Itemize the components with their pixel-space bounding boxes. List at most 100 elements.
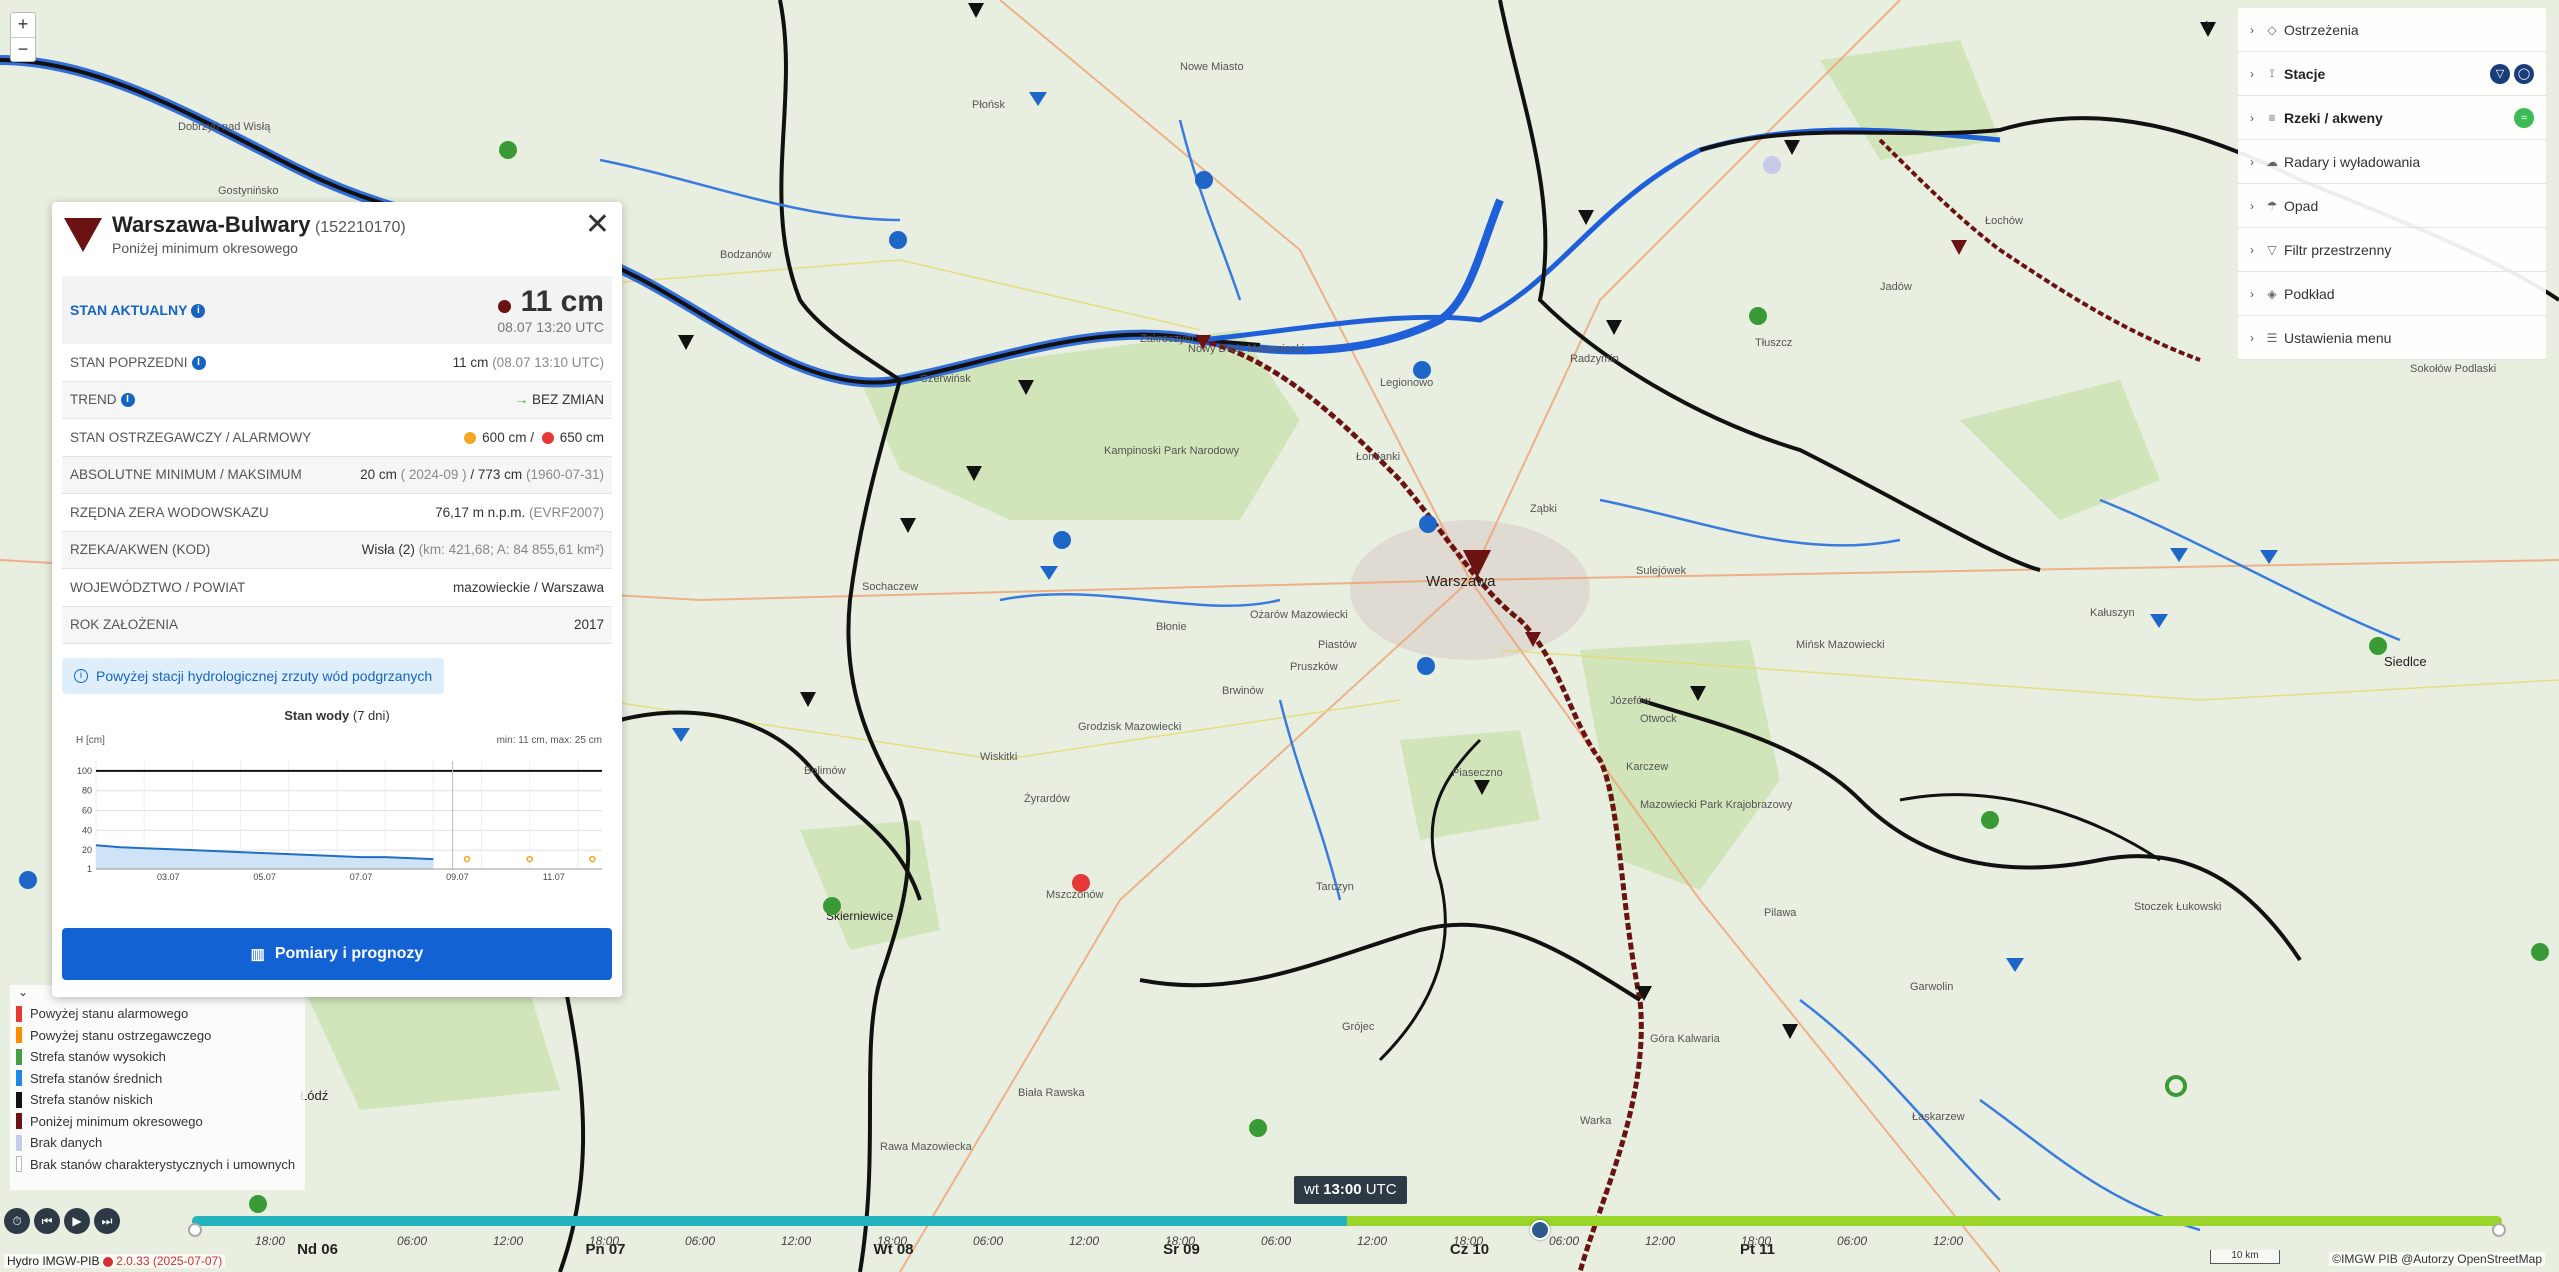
place-label: Mazowiecki Park Krajobrazowy: [1640, 799, 1793, 811]
layers-menu: › ◇ Ostrzeżenia › ⟟ Stacje ▽ ◯ › ≡ Rzeki…: [2238, 8, 2546, 360]
error-status-icon: [102, 1256, 113, 1267]
place-label: Nowe Miasto: [1180, 61, 1244, 73]
timeline-day-label: Nd 06: [297, 1241, 338, 1258]
legend-swatch: [16, 1070, 22, 1087]
timeline-track[interactable]: [188, 1216, 2506, 1240]
timeline-past-range: [192, 1216, 1347, 1226]
timeline-hour-label: 12:00: [1932, 1234, 1964, 1248]
info-icon[interactable]: i: [191, 304, 206, 319]
zoom-out-button[interactable]: −: [11, 37, 35, 61]
timeline-controls: ⏱ ⏮ ▶ ⏭: [4, 1208, 120, 1234]
legend-list: Powyżej stanu alarmowego Powyżej stanu os…: [16, 1003, 299, 1175]
layers-icon: ◈: [2267, 286, 2277, 301]
place-label: Piaseczno: [1452, 767, 1503, 779]
detail-row: STAN POPRZEDNI i 11 cm (08.07 13:10 UTC): [62, 344, 612, 382]
station-marker-nodata[interactable]: [1763, 156, 1781, 174]
station-marker-alarm[interactable]: [1072, 874, 1090, 892]
chart-x-tick: 03.07: [157, 872, 180, 881]
place-label: Siedlce: [2384, 654, 2427, 669]
alarm-dot-icon: [541, 432, 554, 445]
filter-icon: ▽: [2267, 242, 2277, 257]
play-icon[interactable]: ▶: [64, 1208, 90, 1234]
place-label: Ożarów Mazowiecki: [1250, 609, 1348, 621]
close-icon[interactable]: ✕: [585, 210, 610, 240]
legend-label: Strefa stanów średnich: [30, 1070, 163, 1086]
place-label: Radzymin: [1570, 353, 1619, 365]
water-level-chart[interactable]: H [cm] min: 11 cm, max: 25 cm 1 20 40 60 80 100…: [62, 731, 612, 881]
place-label: Tłuszcz: [1755, 337, 1792, 349]
chevron-right-icon: ›: [2250, 286, 2254, 301]
chart-x-tick: 09.07: [446, 872, 469, 881]
trend-arrow-icon: →: [514, 392, 529, 408]
menu-item-stacje[interactable]: › ⟟ Stacje ▽ ◯: [2238, 52, 2546, 96]
timeline-hour-label: 12:00: [1644, 1234, 1676, 1248]
legend-item: Brak stanów charakterystycznych i umowny…: [16, 1154, 299, 1176]
step-back-icon[interactable]: ⏮: [34, 1208, 60, 1234]
place-label: Tarczyn: [1316, 881, 1354, 893]
measurements-forecast-button[interactable]: ▥ Pomiary i prognozy: [62, 928, 612, 980]
info-icon: i: [74, 669, 88, 683]
chart-ylabel: H [cm]: [76, 735, 105, 746]
legend-item: Strefa stanów wysokich: [16, 1046, 299, 1068]
place-label: Łochów: [1985, 215, 2023, 227]
place-label: Bodzanów: [720, 249, 771, 261]
menu-item-opad[interactable]: › ☂ Opad: [2238, 184, 2546, 228]
map-scale: 10 km: [2210, 1250, 2280, 1264]
chart-title: Stan wody (7 dni): [284, 708, 390, 723]
status-dot-icon: [497, 300, 511, 314]
place-label: Płońsk: [972, 99, 1006, 111]
station-marker[interactable]: [1951, 240, 1967, 255]
menu-item-ostrzezenia[interactable]: › ◇ Ostrzeżenia: [2238, 8, 2546, 52]
river-layer-icon[interactable]: ≈: [2514, 107, 2534, 128]
place-label: Błonie: [1156, 621, 1187, 633]
filter-triangle-icon[interactable]: ▽: [2490, 63, 2510, 84]
map-attribution[interactable]: ©IMGW PIB @Autorzy OpenStreetMap: [2329, 1252, 2545, 1266]
menu-collapse-button[interactable]: ›: [2205, 14, 2211, 35]
zoom-in-button[interactable]: +: [11, 13, 35, 37]
menu-item-label: Radary i wyładowania: [2284, 153, 2421, 170]
timeline-hour-label: 06:00: [972, 1234, 1004, 1248]
menu-item-radary[interactable]: › ☁ Radary i wyładowania: [2238, 140, 2546, 184]
legend-swatch: [16, 1091, 22, 1108]
legend-label: Brak danych: [30, 1135, 103, 1151]
place-label: Kampinoski Park Narodowy: [1104, 445, 1240, 457]
menu-item-label: Ostrzeżenia: [2284, 21, 2359, 38]
timeline-hour-label: 12:00: [1356, 1234, 1388, 1248]
app-version[interactable]: 2.0.33 (2025-07-07): [116, 1254, 222, 1268]
timeline-hour-label: 18:00: [1164, 1234, 1196, 1248]
detail-row: RZEKA/AKWEN (KOD) Wisła (2) (km: 421,68;…: [62, 531, 612, 569]
info-icon[interactable]: i: [191, 355, 206, 370]
legend-label: Brak stanów charakterystycznych i umowny…: [30, 1156, 296, 1172]
legend-swatch: [16, 1134, 22, 1151]
filter-circle-icon[interactable]: ◯: [2514, 63, 2534, 84]
menu-item-rzeki[interactable]: › ≡ Rzeki / akweny ≈: [2238, 96, 2546, 140]
timeline-hour-label: 18:00: [588, 1234, 620, 1248]
step-forward-icon[interactable]: ⏭: [94, 1208, 120, 1234]
current-level: STAN AKTUALNY i 11 cm 08.07 13:20 UTC: [62, 276, 612, 344]
place-label: Kałuszyn: [2090, 607, 2135, 619]
below-min-triangle-icon: [64, 218, 102, 252]
legend-item: Brak danych: [16, 1132, 299, 1154]
detail-row: TREND i → BEZ ZMIAN: [62, 381, 612, 419]
menu-item-filtr[interactable]: › ▽ Filtr przestrzenny: [2238, 228, 2546, 272]
timeline-hour-label: 06:00: [684, 1234, 716, 1248]
menu-item-label: Rzeki / akweny: [2284, 109, 2383, 126]
notice-banner: i Powyżej stacji hydrologicznej zrzuty w…: [62, 658, 445, 694]
chart-y-tick: 80: [82, 786, 92, 796]
menu-item-label: Stacje: [2284, 65, 2326, 82]
menu-item-ustawienia[interactable]: › ☰ Ustawienia menu: [2238, 316, 2546, 360]
menu-item-label: Podkład: [2284, 285, 2335, 302]
place-label: Brwinów: [1222, 685, 1264, 697]
warning-icon: ◇: [2267, 22, 2277, 37]
menu-item-podklad[interactable]: › ◈ Podkład: [2238, 272, 2546, 316]
chart-y-tick: 60: [82, 806, 92, 816]
current-level-time: 08.07 13:20 UTC: [497, 319, 604, 335]
legend-toggle-chevron-icon[interactable]: ⌄: [18, 985, 28, 999]
chevron-right-icon: ›: [2250, 22, 2254, 37]
place-label: Grodzisk Mazowiecki: [1078, 721, 1181, 733]
place-label: Sulejówek: [1636, 565, 1687, 577]
legend-swatch: [16, 1027, 22, 1044]
history-icon[interactable]: ⏱: [4, 1208, 30, 1234]
place-label: Żyrardów: [1024, 792, 1070, 805]
info-icon[interactable]: i: [120, 393, 135, 408]
